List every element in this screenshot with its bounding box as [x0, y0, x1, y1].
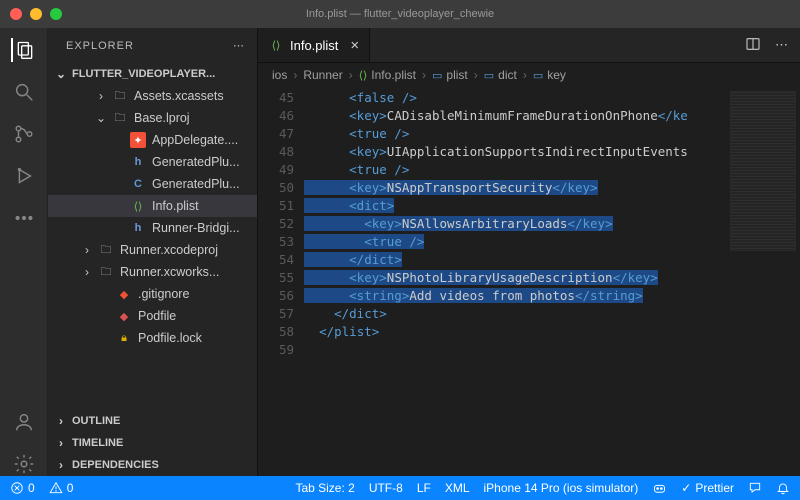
file-tree-item[interactable]: hRunner-Bridgi... — [48, 217, 257, 239]
file-tree-item[interactable]: 🔒︎Podfile.lock — [48, 327, 257, 349]
breadcrumb-item[interactable]: ▭ key — [533, 68, 566, 82]
sidebar-panel-header[interactable]: ›TIMELINE — [48, 432, 257, 454]
file-tree-item[interactable]: ⌄🗀Base.lproj — [48, 107, 257, 129]
sidebar-more-icon[interactable]: ⋯ — [233, 39, 245, 52]
status-bar: 0 0 Tab Size: 2 UTF-8 LF XML iPhone 14 P… — [0, 476, 800, 500]
sidebar-panel-header[interactable]: ›OUTLINE — [48, 410, 257, 432]
status-bell-icon[interactable] — [776, 481, 790, 495]
sidebar-title: EXPLORER — [66, 40, 134, 52]
file-tree-item[interactable]: ›🗀Runner.xcodeproj — [48, 239, 257, 261]
tab-info-plist[interactable]: ⟨⟩ Info.plist × — [258, 28, 370, 62]
file-tree: ›🗀Assets.xcassets⌄🗀Base.lproj✦AppDelegat… — [48, 85, 257, 410]
breadcrumb-item[interactable]: ios — [272, 68, 287, 82]
status-device[interactable]: iPhone 14 Pro (ios simulator) — [484, 481, 639, 495]
window-title: Info.plist — flutter_videoplayer_chewie — [0, 8, 800, 20]
status-errors[interactable]: 0 — [10, 481, 35, 495]
status-formatter[interactable]: ✓ Prettier — [681, 481, 734, 495]
minimap[interactable] — [730, 91, 796, 251]
status-language[interactable]: XML — [445, 481, 470, 495]
breadcrumb-item[interactable]: Runner — [303, 68, 342, 82]
close-tab-icon[interactable]: × — [350, 37, 359, 54]
run-debug-icon[interactable] — [12, 164, 36, 188]
code-editor[interactable]: <false /> <key>CADisableMinimumFrameDura… — [304, 87, 800, 476]
status-tabsize[interactable]: Tab Size: 2 — [295, 481, 354, 495]
editor-more-icon[interactable]: ⋯ — [775, 37, 788, 53]
status-warnings[interactable]: 0 — [49, 481, 74, 495]
more-icon[interactable] — [12, 206, 36, 230]
search-icon[interactable] — [12, 80, 36, 104]
plist-icon: ⟨⟩ — [268, 37, 284, 53]
file-tree-item[interactable]: CGeneratedPlu... — [48, 173, 257, 195]
sidebar-panel-header[interactable]: ›DEPENDENCIES — [48, 454, 257, 476]
file-tree-item[interactable]: ◆Podfile — [48, 305, 257, 327]
file-tree-item[interactable]: ›🗀Assets.xcassets — [48, 85, 257, 107]
breadcrumb-item[interactable]: ▭ plist — [432, 68, 468, 82]
status-eol[interactable]: LF — [417, 481, 431, 495]
editor-group: ⟨⟩ Info.plist × ⋯ ios›Runner›⟨⟩ Info.pli… — [258, 28, 800, 476]
activity-bar — [0, 28, 48, 476]
file-tree-item[interactable]: ›🗀Runner.xcworks... — [48, 261, 257, 283]
explorer-icon[interactable] — [11, 38, 35, 62]
line-gutter: 45 46 47 48 49 50 51 52 53 54 55 56 57 5… — [258, 87, 304, 476]
status-feedback-icon[interactable] — [748, 481, 762, 495]
breadcrumb-item[interactable]: ⟨⟩ Info.plist — [359, 68, 416, 82]
status-encoding[interactable]: UTF-8 — [369, 481, 403, 495]
window-titlebar: Info.plist — flutter_videoplayer_chewie — [0, 0, 800, 28]
file-tree-item[interactable]: hGeneratedPlu... — [48, 151, 257, 173]
file-tree-item[interactable]: ✦AppDelegate.... — [48, 129, 257, 151]
status-copilot-icon[interactable] — [652, 481, 667, 496]
account-icon[interactable] — [12, 410, 36, 434]
folder-section-header[interactable]: ⌄ FLUTTER_VIDEOPLAYER... — [48, 63, 257, 85]
sidebar: EXPLORER ⋯ ⌄ FLUTTER_VIDEOPLAYER... ›🗀As… — [48, 28, 258, 476]
split-editor-icon[interactable] — [745, 36, 761, 55]
file-tree-item[interactable]: ◆.gitignore — [48, 283, 257, 305]
settings-icon[interactable] — [12, 452, 36, 476]
breadcrumb-item[interactable]: ▭ dict — [484, 68, 517, 82]
breadcrumbs[interactable]: ios›Runner›⟨⟩ Info.plist›▭ plist›▭ dict›… — [258, 63, 800, 87]
file-tree-item[interactable]: ⟨⟩Info.plist — [48, 195, 257, 217]
tab-bar: ⟨⟩ Info.plist × ⋯ — [258, 28, 800, 63]
source-control-icon[interactable] — [12, 122, 36, 146]
